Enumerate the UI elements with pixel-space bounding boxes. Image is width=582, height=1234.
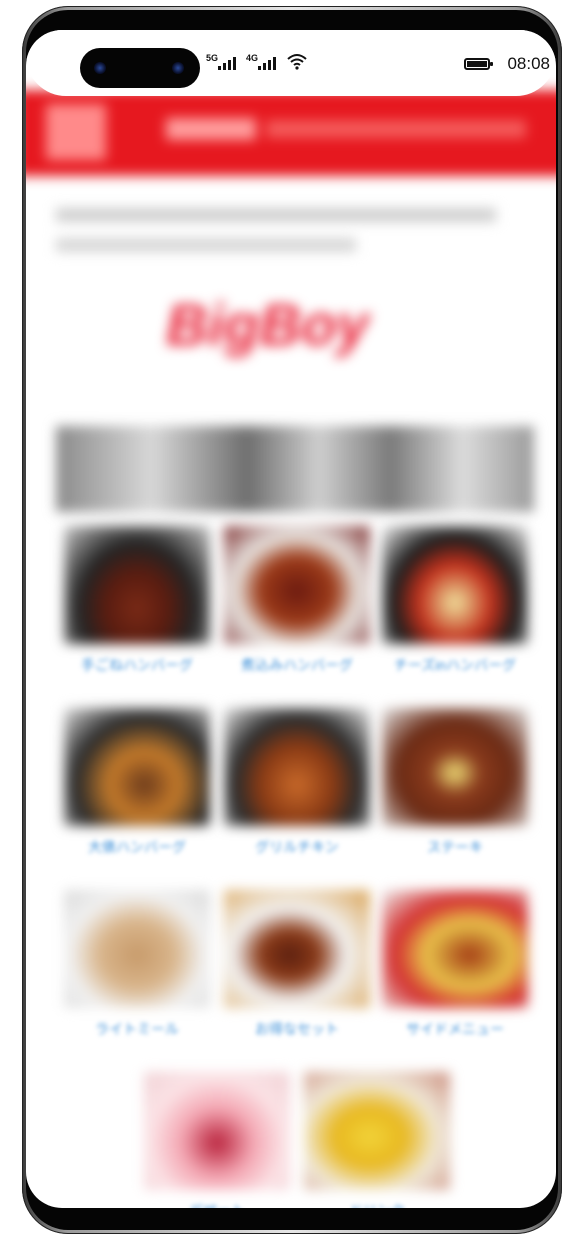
header-subtitle [266, 120, 526, 138]
menu-item-label[interactable]: ライトミール [64, 1018, 210, 1040]
status-bar: 5G 4G 08:08 [26, 30, 556, 96]
menu-item-label[interactable]: 煮込みハンバーグ [224, 654, 370, 676]
menu-item-label[interactable]: デザート [144, 1200, 290, 1208]
menu-thumbnail[interactable] [224, 890, 370, 1008]
menu-item[interactable]: グリルチキン [224, 708, 370, 858]
menu-item-label[interactable]: 手ごねハンバーグ [64, 654, 210, 676]
promo-banner[interactable] [56, 426, 534, 512]
network-type-2: 4G [246, 53, 259, 63]
header-title [166, 118, 256, 140]
network-type-1: 5G [206, 53, 219, 63]
menu-thumbnail[interactable] [382, 708, 528, 826]
menu-thumbnail[interactable] [64, 526, 210, 644]
signal-5g-icon: 5G [206, 53, 236, 70]
signal-group: 5G 4G [206, 52, 308, 70]
menu-item[interactable]: 煮込みハンバーグ [224, 526, 370, 676]
phone-screen: 5G 4G 08:08 BigBoy 手ごねハンバーグ 煮込みハンバーグ チーズ… [26, 30, 556, 1208]
menu-item-label[interactable]: グリルチキン [224, 836, 370, 858]
menu-item[interactable]: 大俵ハンバーグ [64, 708, 210, 858]
menu-thumbnail[interactable] [64, 890, 210, 1008]
menu-item[interactable]: お得なセット [224, 890, 370, 1040]
site-header[interactable] [26, 90, 556, 176]
menu-item-label[interactable]: お得なセット [224, 1018, 370, 1040]
menu-item[interactable]: ライトミール [64, 890, 210, 1040]
menu-item-label[interactable]: サイドメニュー [382, 1018, 528, 1040]
menu-item-label[interactable]: チーズinハンバーグ [382, 654, 528, 676]
menu-item[interactable]: サイドメニュー [382, 890, 528, 1040]
intro-text [56, 200, 526, 252]
signal-4g-icon: 4G [246, 53, 276, 70]
menu-item-label[interactable]: ステーキ [382, 836, 528, 858]
menu-item[interactable]: デザート [144, 1072, 290, 1208]
header-logo[interactable] [46, 104, 106, 160]
camera-icon [80, 48, 200, 88]
menu-thumbnail[interactable] [144, 1072, 290, 1190]
menu-thumbnail[interactable] [382, 890, 528, 1008]
clock: 08:08 [507, 54, 550, 73]
menu-item[interactable]: 手ごねハンバーグ [64, 526, 210, 676]
brand-logo[interactable]: BigBoy [166, 292, 369, 359]
menu-item-label[interactable]: 大俵ハンバーグ [64, 836, 210, 858]
wifi-icon [287, 54, 307, 70]
menu-thumbnail[interactable] [64, 708, 210, 826]
battery-icon [464, 58, 493, 70]
menu-item-label[interactable]: ドリンク [304, 1200, 450, 1208]
menu-item[interactable]: ステーキ [382, 708, 528, 858]
menu-thumbnail[interactable] [382, 526, 528, 644]
menu-item[interactable]: チーズinハンバーグ [382, 526, 528, 676]
menu-thumbnail[interactable] [224, 708, 370, 826]
menu-thumbnail[interactable] [224, 526, 370, 644]
menu-thumbnail[interactable] [304, 1072, 450, 1190]
menu-item[interactable]: ドリンク [304, 1072, 450, 1208]
